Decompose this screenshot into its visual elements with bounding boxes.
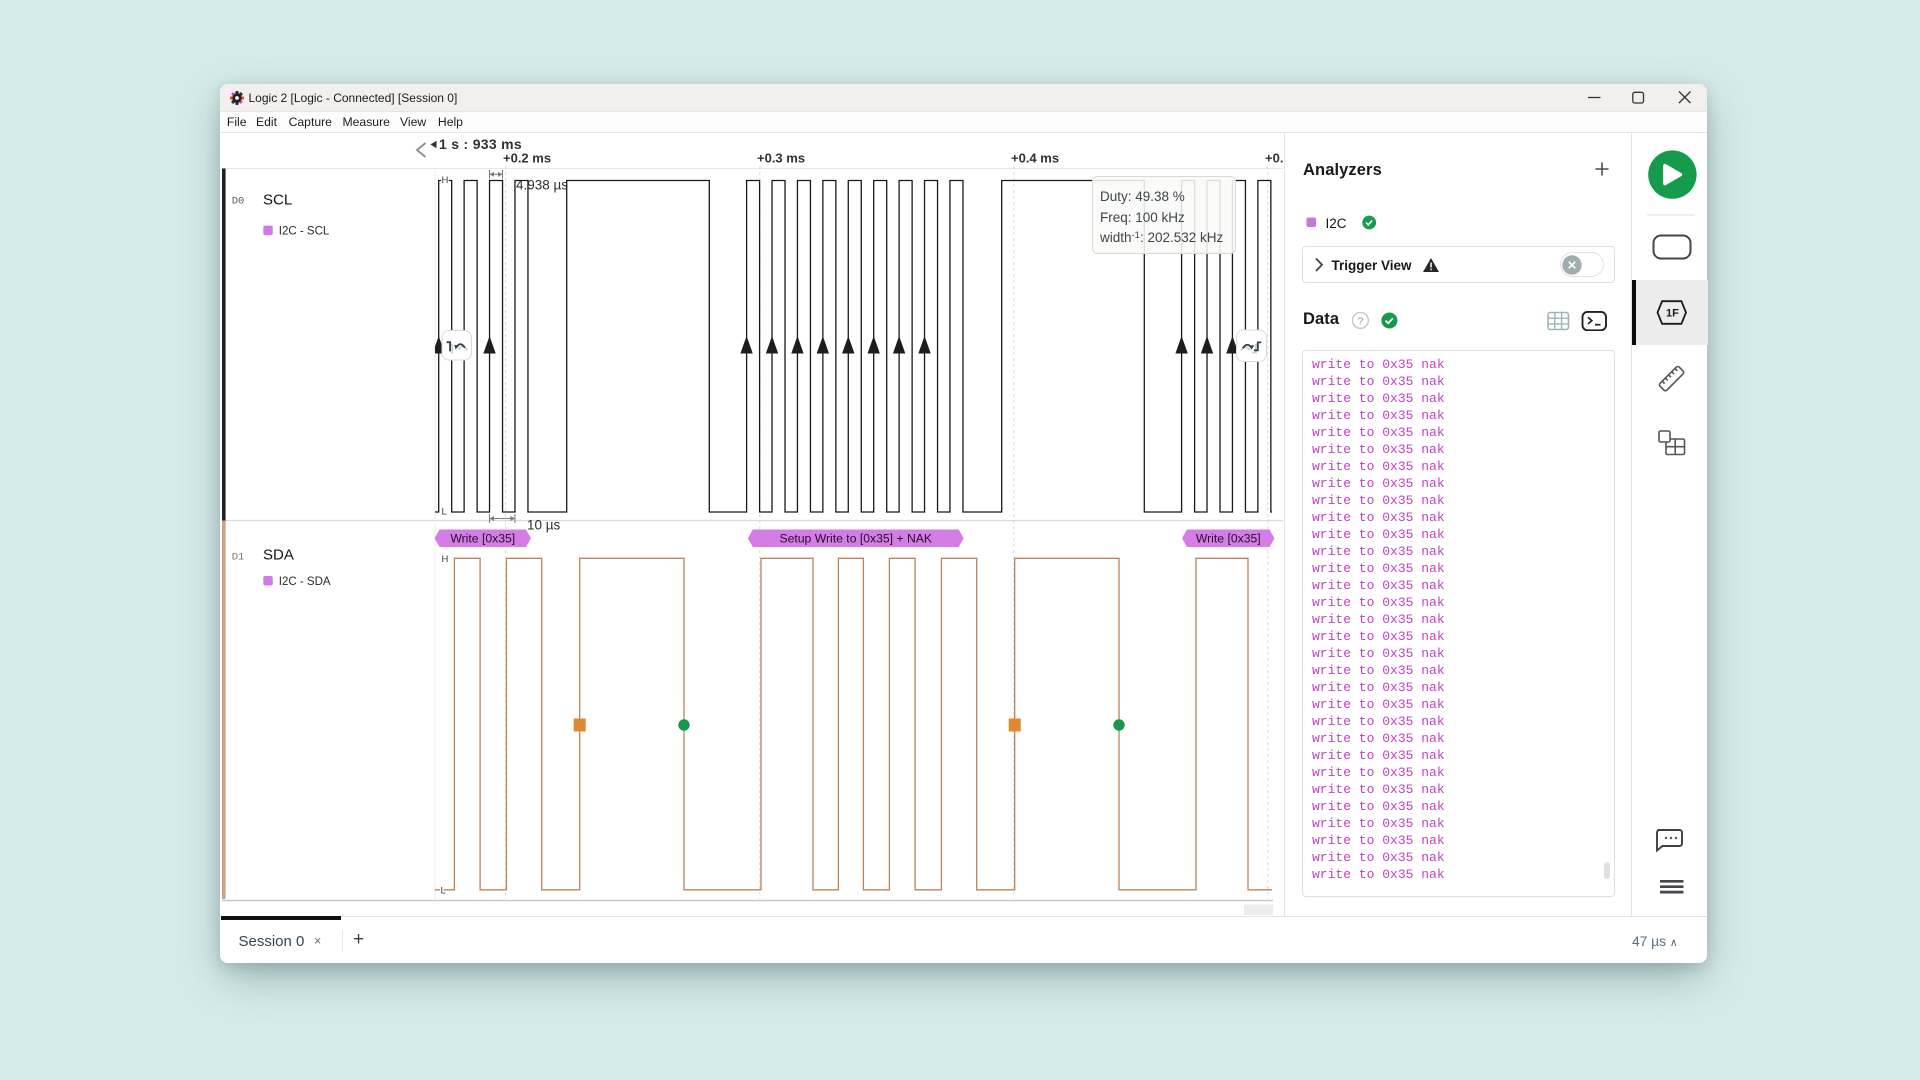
svg-text:Write [0x35]: Write [0x35] bbox=[450, 532, 515, 546]
svg-text:L: L bbox=[442, 507, 447, 518]
svg-text:I2C - SDA: I2C - SDA bbox=[279, 576, 331, 588]
svg-text:H: H bbox=[442, 175, 449, 186]
svg-text:SDA: SDA bbox=[263, 547, 294, 564]
svg-text:SCL: SCL bbox=[263, 192, 292, 209]
svg-text:L: L bbox=[441, 886, 446, 897]
svg-text:Setup Write to [0x35] + NAK: Setup Write to [0x35] + NAK bbox=[779, 532, 932, 546]
svg-text:+0.4 ms: +0.4 ms bbox=[1011, 151, 1059, 166]
svg-text:+0.3 ms: +0.3 ms bbox=[757, 151, 805, 166]
svg-text:+0.2 ms: +0.2 ms bbox=[503, 151, 551, 166]
svg-text:Write [0x35]: Write [0x35] bbox=[1196, 532, 1261, 546]
svg-text:4.938 µs: 4.938 µs bbox=[516, 178, 568, 193]
svg-text:+0.: +0. bbox=[1265, 151, 1283, 166]
svg-text:H: H bbox=[442, 554, 449, 565]
svg-text:?: ? bbox=[1357, 315, 1363, 327]
svg-text:D1: D1 bbox=[232, 552, 245, 564]
svg-text:D0: D0 bbox=[232, 196, 245, 208]
svg-text:10 µs: 10 µs bbox=[527, 518, 561, 533]
svg-text:1F: 1F bbox=[1665, 308, 1678, 320]
svg-text:I2C - SCL: I2C - SCL bbox=[279, 225, 330, 237]
